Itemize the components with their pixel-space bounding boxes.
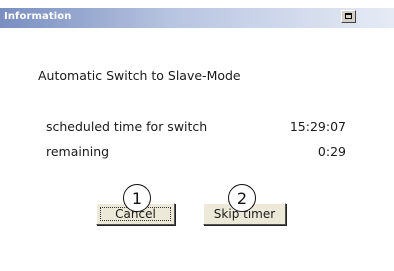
title-bar: Information xyxy=(0,8,394,28)
scheduled-time-label: scheduled time for switch xyxy=(46,119,208,134)
window-title: Information xyxy=(4,11,72,22)
dialog-heading: Automatic Switch to Slave-Mode xyxy=(38,68,241,83)
remaining-value: 0:29 xyxy=(317,144,346,159)
callout-marker-2: 2 xyxy=(228,184,256,212)
information-dialog: Information Automatic Switch to Slave-Mo… xyxy=(0,0,394,271)
restore-icon xyxy=(345,13,352,19)
callout-marker-1: 1 xyxy=(123,184,151,212)
scheduled-time-value: 15:29:07 xyxy=(289,119,346,134)
remaining-label: remaining xyxy=(46,144,110,159)
restore-button[interactable] xyxy=(341,10,356,23)
